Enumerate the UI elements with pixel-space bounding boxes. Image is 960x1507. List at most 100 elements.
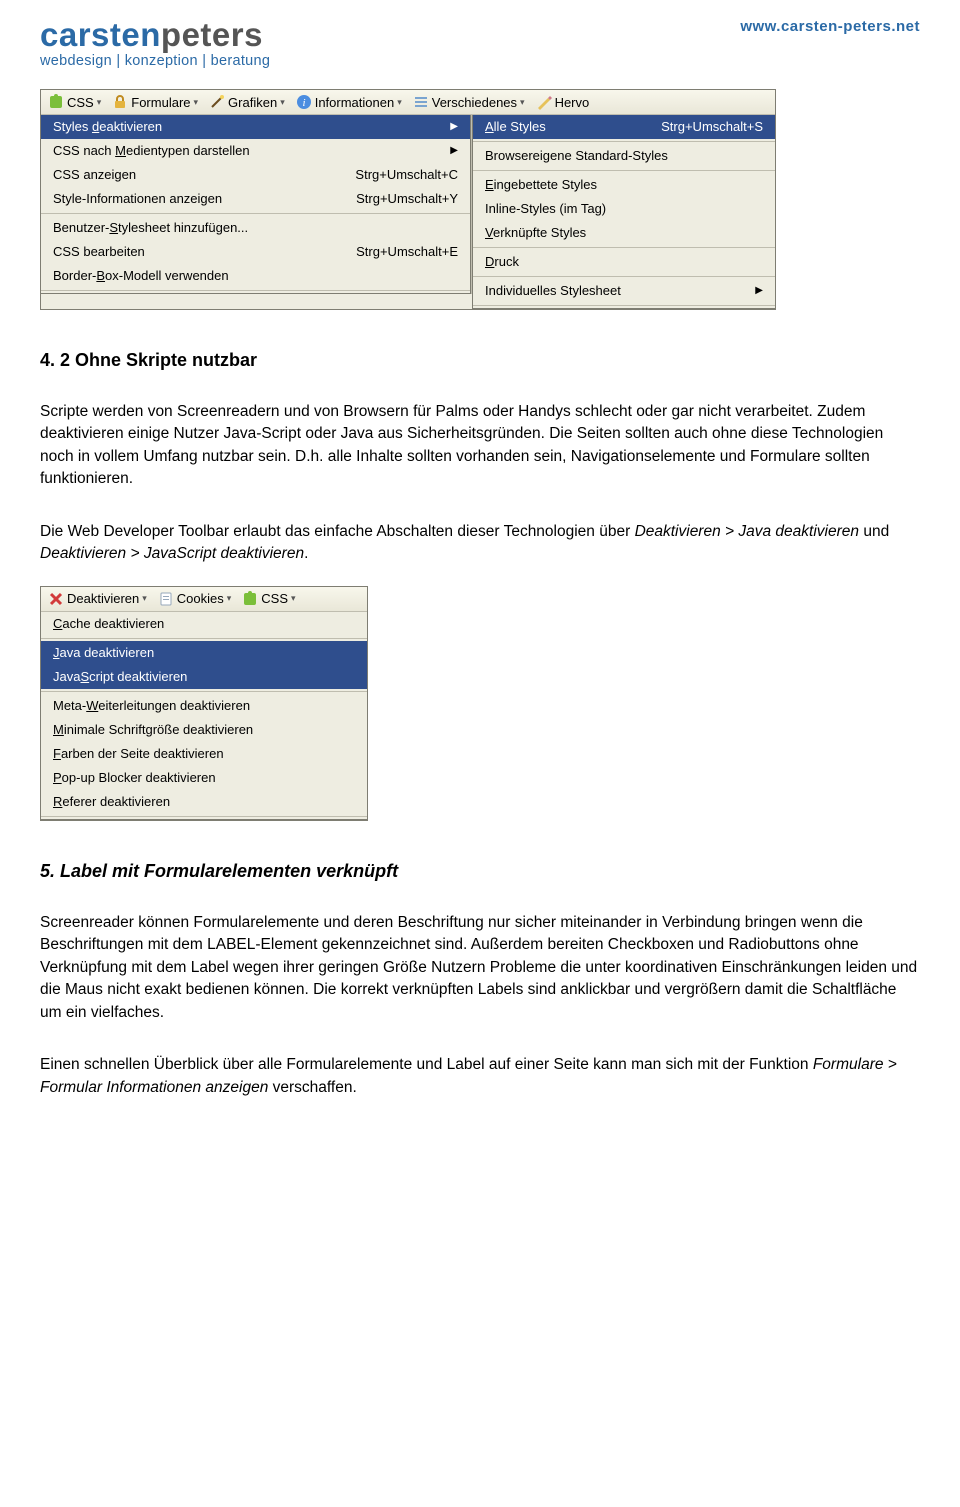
section5-p2b: verschaffen. bbox=[268, 1079, 356, 1096]
styles-submenu-item[interactable]: Browsereigene Standard-Styles bbox=[473, 144, 775, 168]
deaktivieren-menu-label: Meta-Weiterleitungen deaktivieren bbox=[53, 698, 355, 713]
styles-submenu-label: Druck bbox=[485, 254, 763, 269]
deaktivieren-menu-item[interactable]: Meta-Weiterleitungen deaktivieren bbox=[41, 694, 367, 718]
deaktivieren-menu-item[interactable]: Cache deaktivieren bbox=[41, 612, 367, 636]
submenu-arrow-icon: ▶ bbox=[735, 285, 763, 296]
cookie-icon bbox=[158, 591, 174, 607]
logo-tagline: webdesign | konzeption | beratung bbox=[40, 53, 270, 69]
heading-5: 5. Label mit Formularelementen verknüpft bbox=[40, 861, 920, 882]
css-menu-label: CSS nach Medientypen darstellen bbox=[53, 143, 430, 158]
deaktivieren-menu-label: JavaScript deaktivieren bbox=[53, 669, 355, 684]
css-menu-screenshot: CSS▾ Formulare▾ Grafiken▾ i Informatione… bbox=[40, 89, 776, 310]
toolbar-hervo[interactable]: Hervo bbox=[532, 94, 594, 110]
svg-text:i: i bbox=[302, 97, 305, 109]
styles-submenu-shortcut: Strg+Umschalt+S bbox=[641, 119, 763, 134]
styles-submenu-item[interactable]: Druck bbox=[473, 250, 775, 274]
css-menu-shortcut: Strg+Umschalt+Y bbox=[336, 191, 458, 206]
toolbar2-css[interactable]: CSS▾ bbox=[238, 591, 299, 607]
styles-submenu-item[interactable]: Verknüpfte Styles bbox=[473, 221, 775, 245]
section42-p1: Scripte werden von Screenreadern und von… bbox=[40, 401, 920, 491]
deaktivieren-menu-item[interactable]: Referer deaktivieren bbox=[41, 790, 367, 814]
toolbar-grafiken-label: Grafiken bbox=[228, 95, 277, 110]
toolbar2-cookies-label: Cookies bbox=[177, 591, 224, 606]
toolbar-formulare[interactable]: Formulare▾ bbox=[108, 94, 202, 110]
toolbar-informationen-label: Informationen bbox=[315, 95, 395, 110]
section5-p1: Screenreader können Formularelemente und… bbox=[40, 912, 920, 1024]
css-menu-item[interactable]: CSS nach Medientypen darstellen▶ bbox=[41, 139, 470, 163]
deaktivieren-menu-item[interactable]: Pop-up Blocker deaktivieren bbox=[41, 766, 367, 790]
deaktivieren-menu-item[interactable]: JavaScript deaktivieren bbox=[41, 665, 367, 689]
pencil-icon bbox=[536, 94, 552, 110]
toolbar-css[interactable]: CSS▾ bbox=[44, 94, 105, 110]
css-menu-item[interactable]: Styles deaktivieren▶ bbox=[41, 115, 470, 139]
deaktivieren-menu-label: Java deaktivieren bbox=[53, 645, 355, 660]
deaktivieren-menu-item[interactable]: Java deaktivieren bbox=[41, 641, 367, 665]
section42-p2-em1: Deaktivieren > Java deaktivieren bbox=[635, 523, 859, 540]
css-menu-label: Benutzer-Stylesheet hinzufügen... bbox=[53, 220, 458, 235]
toolbar-informationen[interactable]: i Informationen▾ bbox=[292, 94, 406, 110]
toolbar-verschiedenes-label: Verschiedenes bbox=[432, 95, 517, 110]
logo: carstenpeters webdesign | konzeption | b… bbox=[40, 18, 270, 69]
css-menu-shortcut: Strg+Umschalt+E bbox=[336, 244, 458, 259]
toolbar-formulare-label: Formulare bbox=[131, 95, 190, 110]
section42-p2: Die Web Developer Toolbar erlaubt das ei… bbox=[40, 521, 920, 566]
css-menu-label: CSS bearbeiten bbox=[53, 244, 336, 259]
logo-word-1: carsten bbox=[40, 16, 161, 53]
lock-icon bbox=[112, 94, 128, 110]
toolbar-grafiken[interactable]: Grafiken▾ bbox=[205, 94, 289, 110]
deaktivieren-menu-label: Minimale Schriftgröße deaktivieren bbox=[53, 722, 355, 737]
submenu-arrow-icon: ▶ bbox=[430, 145, 458, 156]
css-menu-item[interactable]: Border-Box-Modell verwenden bbox=[41, 264, 470, 288]
section42-p2b: und bbox=[859, 523, 889, 540]
section5-p2: Einen schnellen Überblick über alle Form… bbox=[40, 1054, 920, 1099]
styles-submenu-label: Alle Styles bbox=[485, 119, 641, 134]
toolbar2-cookies[interactable]: Cookies▾ bbox=[154, 591, 236, 607]
info-icon: i bbox=[296, 94, 312, 110]
styles-submenu-label: Verknüpfte Styles bbox=[485, 225, 763, 240]
deaktivieren-menu-label: Cache deaktivieren bbox=[53, 616, 355, 631]
toolbar-top: CSS▾ Formulare▾ Grafiken▾ i Informatione… bbox=[41, 90, 775, 115]
css-menu-label: Styles deaktivieren bbox=[53, 119, 430, 134]
styles-submenu-label: Inline-Styles (im Tag) bbox=[485, 201, 763, 216]
list-icon bbox=[413, 94, 429, 110]
header-url: www.carsten-peters.net bbox=[740, 18, 920, 35]
toolbar2-top: Deaktivieren▾ Cookies▾ CSS▾ bbox=[41, 587, 367, 612]
wand-icon bbox=[209, 94, 225, 110]
styles-submenu-label: Browsereigene Standard-Styles bbox=[485, 148, 763, 163]
css-menu-item[interactable]: CSS anzeigenStrg+Umschalt+C bbox=[41, 163, 470, 187]
css-menu-item[interactable]: Benutzer-Stylesheet hinzufügen... bbox=[41, 216, 470, 240]
deaktivieren-menu-item[interactable]: Minimale Schriftgröße deaktivieren bbox=[41, 718, 367, 742]
x-icon bbox=[48, 591, 64, 607]
section42-p2a: Die Web Developer Toolbar erlaubt das ei… bbox=[40, 523, 635, 540]
css-menu-label: CSS anzeigen bbox=[53, 167, 335, 182]
styles-submenu-item[interactable]: Alle StylesStrg+Umschalt+S bbox=[473, 115, 775, 139]
styles-submenu-label: Eingebettete Styles bbox=[485, 177, 763, 192]
section42-p2-em2: Deaktivieren > JavaScript deaktivieren bbox=[40, 545, 304, 562]
styles-submenu-item[interactable]: Eingebettete Styles bbox=[473, 173, 775, 197]
css-menu-shortcut: Strg+Umschalt+C bbox=[335, 167, 458, 182]
submenu-arrow-icon: ▶ bbox=[430, 121, 458, 132]
css-menu-label: Border-Box-Modell verwenden bbox=[53, 268, 458, 283]
toolbar2-css-label: CSS bbox=[261, 591, 288, 606]
deaktivieren-menu-label: Pop-up Blocker deaktivieren bbox=[53, 770, 355, 785]
deaktivieren-menu-screenshot: Deaktivieren▾ Cookies▾ CSS▾ Cache deakti… bbox=[40, 586, 368, 821]
css-menu-item[interactable]: CSS bearbeitenStrg+Umschalt+E bbox=[41, 240, 470, 264]
toolbar-hervo-label: Hervo bbox=[555, 95, 590, 110]
deaktivieren-menu-label: Farben der Seite deaktivieren bbox=[53, 746, 355, 761]
toolbar2-deaktivieren[interactable]: Deaktivieren▾ bbox=[44, 591, 151, 607]
section42-p2c: . bbox=[304, 545, 308, 562]
toolbar2-deaktivieren-label: Deaktivieren bbox=[67, 591, 139, 606]
deaktivieren-menu-item[interactable]: Farben der Seite deaktivieren bbox=[41, 742, 367, 766]
toolbar-css-label: CSS bbox=[67, 95, 94, 110]
heading-4-2: 4. 2 Ohne Skripte nutzbar bbox=[40, 350, 920, 371]
logo-word-2: peters bbox=[161, 16, 263, 53]
puzzle-icon bbox=[242, 591, 258, 607]
css-menu-item[interactable]: Style-Informationen anzeigenStrg+Umschal… bbox=[41, 187, 470, 211]
styles-submenu-label: Individuelles Stylesheet bbox=[485, 283, 735, 298]
styles-submenu-item[interactable]: Individuelles Stylesheet▶ bbox=[473, 279, 775, 303]
section5-p2a: Einen schnellen Überblick über alle Form… bbox=[40, 1056, 813, 1073]
styles-submenu-item[interactable]: Inline-Styles (im Tag) bbox=[473, 197, 775, 221]
css-menu-label: Style-Informationen anzeigen bbox=[53, 191, 336, 206]
toolbar-verschiedenes[interactable]: Verschiedenes▾ bbox=[409, 94, 529, 110]
deaktivieren-menu-label: Referer deaktivieren bbox=[53, 794, 355, 809]
